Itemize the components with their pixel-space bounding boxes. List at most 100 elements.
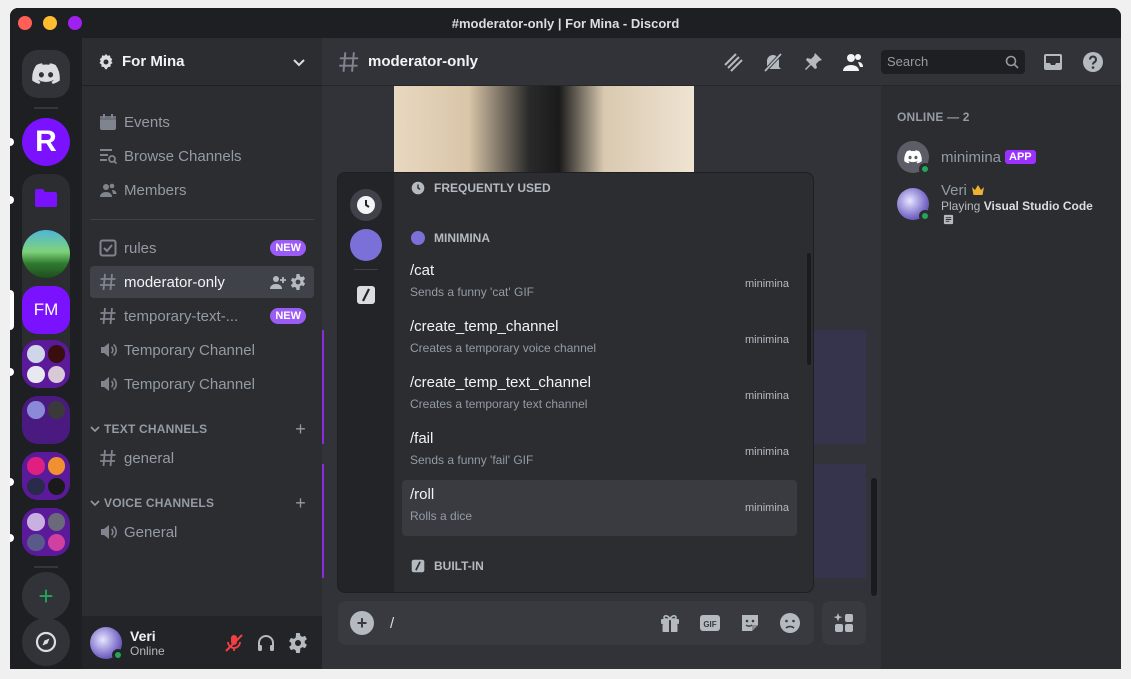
add-channel-icon[interactable]: + bbox=[295, 493, 306, 514]
command-description: Sends a funny 'fail' GIF bbox=[410, 453, 534, 467]
inbox-button[interactable] bbox=[1041, 50, 1065, 74]
members-icon bbox=[98, 180, 118, 200]
chat-scrollbar[interactable] bbox=[871, 478, 877, 596]
explore-servers-button[interactable] bbox=[22, 618, 70, 666]
channel-moderator-only[interactable]: moderator-only bbox=[90, 266, 314, 298]
attach-button[interactable]: + bbox=[350, 611, 374, 635]
notifications-button[interactable] bbox=[761, 50, 785, 74]
command-description: Creates a temporary text channel bbox=[410, 397, 588, 411]
calendar-icon bbox=[98, 112, 118, 132]
minimize-window-button[interactable] bbox=[43, 16, 57, 30]
deafen-button[interactable] bbox=[250, 627, 282, 659]
section-built-in: BUILT-IN bbox=[410, 556, 484, 576]
server-for-mina[interactable]: FM bbox=[22, 286, 70, 334]
command-list-scrollbar[interactable] bbox=[807, 253, 811, 365]
add-server-button[interactable]: + bbox=[22, 572, 70, 620]
channel-temporary-text[interactable]: temporary-text-... NEW bbox=[90, 300, 314, 332]
channel-general-voice[interactable]: General bbox=[90, 516, 314, 548]
frequently-used-tab[interactable] bbox=[350, 189, 382, 221]
channel-title: moderator-only bbox=[368, 53, 479, 70]
help-button[interactable] bbox=[1081, 50, 1105, 74]
channel-general[interactable]: general bbox=[90, 442, 314, 474]
member-list-button[interactable] bbox=[841, 50, 865, 74]
member-veri[interactable]: Veri Playing Visual Studio Code bbox=[889, 182, 1113, 227]
rules-icon bbox=[98, 238, 118, 258]
activity-name: Visual Studio Code bbox=[983, 198, 1093, 213]
channel-rules[interactable]: rules NEW bbox=[90, 232, 314, 264]
member-minimina[interactable]: minimina APP bbox=[889, 136, 1113, 178]
search-input[interactable]: Search bbox=[881, 49, 1025, 74]
avatar[interactable] bbox=[90, 626, 124, 661]
unread-pill bbox=[10, 478, 14, 486]
server-r[interactable]: R bbox=[22, 118, 70, 166]
browse-channels-item[interactable]: Browse Channels bbox=[90, 140, 314, 172]
invite-icon[interactable] bbox=[270, 274, 286, 290]
community-icon bbox=[99, 53, 113, 69]
emoji-button[interactable] bbox=[778, 611, 802, 635]
chevron-down-icon[interactable] bbox=[292, 55, 306, 69]
server-name: For Mina bbox=[122, 53, 185, 70]
sticker-button[interactable] bbox=[738, 611, 762, 635]
window-controls bbox=[18, 16, 82, 30]
server-r-initials: R bbox=[35, 125, 57, 158]
unread-pill bbox=[10, 138, 14, 146]
server-header[interactable]: For Mina bbox=[82, 38, 322, 86]
threads-button[interactable] bbox=[721, 50, 745, 74]
command-item-create-temp-channel[interactable]: /create_temp_channel Creates a temporary… bbox=[402, 312, 797, 368]
add-channel-icon[interactable]: + bbox=[295, 419, 306, 440]
user-name: Veri bbox=[130, 627, 156, 644]
member-activity: Playing Visual Studio Code bbox=[941, 199, 1105, 227]
search-icon bbox=[1005, 55, 1019, 69]
gif-button[interactable]: GIF bbox=[698, 611, 722, 635]
command-item-create-temp-text-channel[interactable]: /create_temp_text_channel Creates a temp… bbox=[402, 368, 797, 424]
headphones-icon bbox=[258, 634, 274, 651]
section-label: BUILT-IN bbox=[434, 559, 484, 573]
command-source: minimina bbox=[744, 390, 789, 402]
server-folder-group[interactable] bbox=[22, 396, 70, 444]
server-landscape[interactable] bbox=[22, 230, 70, 278]
home-button[interactable] bbox=[22, 50, 70, 98]
channel-temporary-voice[interactable]: Temporary Channel bbox=[90, 334, 314, 366]
command-description: Sends a funny 'cat' GIF bbox=[410, 285, 534, 299]
user-status: Online bbox=[130, 643, 165, 658]
gif-icon: GIF bbox=[700, 615, 720, 631]
gear-icon[interactable] bbox=[290, 274, 306, 290]
members-item[interactable]: Members bbox=[90, 174, 314, 206]
channel-label: General bbox=[124, 523, 178, 541]
section-minimina: MINIMINA bbox=[410, 228, 490, 248]
search-placeholder: Search bbox=[887, 54, 929, 69]
command-description: Creates a temporary voice channel bbox=[410, 341, 597, 355]
app-badge: APP bbox=[1005, 150, 1036, 164]
image-attachment[interactable] bbox=[394, 86, 694, 174]
server-folder-group[interactable] bbox=[22, 340, 70, 388]
command-item-cat[interactable]: /cat Sends a funny 'cat' GIF minimina bbox=[402, 256, 797, 312]
channel-temporary-voice[interactable]: Temporary Channel bbox=[90, 368, 314, 400]
gift-button[interactable] bbox=[658, 611, 682, 635]
server-folder-group[interactable] bbox=[22, 508, 70, 556]
channel-header: moderator-only Search bbox=[322, 38, 1121, 86]
built-in-tab[interactable] bbox=[350, 279, 382, 311]
rail-separator bbox=[34, 107, 58, 109]
mute-button[interactable] bbox=[218, 627, 250, 659]
folder-icon[interactable] bbox=[22, 174, 70, 222]
user-info[interactable]: Veri Online bbox=[130, 628, 218, 658]
command-name: /create_temp_text_channel bbox=[410, 374, 591, 391]
app-minimina-tab[interactable] bbox=[350, 229, 382, 261]
category-text-channels[interactable]: TEXT CHANNELS + bbox=[82, 417, 322, 441]
server-folder-group[interactable] bbox=[22, 452, 70, 500]
threads-icon bbox=[724, 52, 743, 72]
command-item-fail[interactable]: /fail Sends a funny 'fail' GIF minimina bbox=[402, 424, 797, 480]
apps-button[interactable] bbox=[822, 601, 866, 645]
message-composer[interactable]: + / GIF bbox=[338, 601, 814, 645]
message-input[interactable]: / bbox=[390, 615, 642, 632]
pinned-messages-button[interactable] bbox=[801, 50, 825, 74]
close-window-button[interactable] bbox=[18, 16, 32, 30]
channel-label: general bbox=[124, 449, 175, 467]
zoom-window-button[interactable] bbox=[68, 16, 82, 30]
command-item-roll[interactable]: /roll Rolls a dice minimina bbox=[402, 480, 797, 536]
message-accent bbox=[322, 464, 324, 578]
user-settings-button[interactable] bbox=[282, 627, 314, 659]
online-status-icon bbox=[919, 210, 931, 222]
category-voice-channels[interactable]: VOICE CHANNELS + bbox=[82, 491, 322, 515]
events-item[interactable]: Events bbox=[90, 106, 314, 138]
